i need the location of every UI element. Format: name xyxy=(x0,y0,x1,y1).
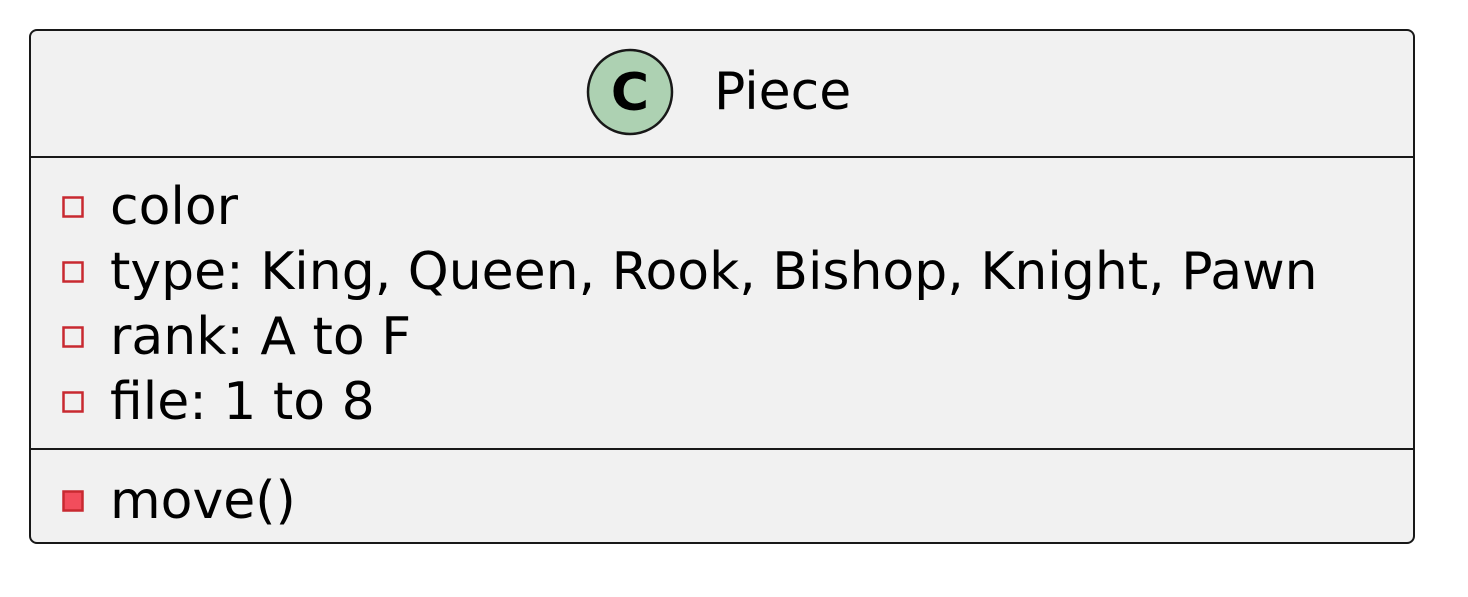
private-field-icon xyxy=(62,326,84,348)
attribute-label: file: 1 to 8 xyxy=(110,372,375,432)
class-header: C Piece xyxy=(31,31,1413,157)
attribute-label: color xyxy=(110,177,239,237)
class-stereotype-icon: C xyxy=(586,48,674,136)
private-field-icon xyxy=(62,196,84,218)
class-stereotype-letter: C xyxy=(611,63,649,123)
attributes-divider xyxy=(31,156,1413,158)
class-box-piece[interactable]: C Piece color type: King, Queen, Rook, B… xyxy=(29,29,1415,544)
private-method-icon xyxy=(62,490,84,512)
private-field-icon xyxy=(62,391,84,413)
methods-divider xyxy=(31,448,1413,450)
class-name: Piece xyxy=(714,62,852,122)
method-label: move() xyxy=(110,471,296,531)
attribute-label: rank: A to F xyxy=(110,307,412,367)
attribute-label: type: King, Queen, Rook, Bishop, Knight,… xyxy=(110,242,1318,302)
private-field-icon xyxy=(62,261,84,283)
